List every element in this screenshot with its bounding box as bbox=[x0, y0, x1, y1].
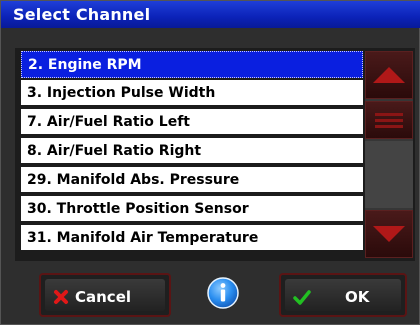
grip-lines-icon bbox=[375, 113, 403, 128]
info-icon[interactable] bbox=[206, 276, 240, 310]
arrow-down-icon bbox=[373, 226, 405, 242]
list-item[interactable]: 3. Injection Pulse Width bbox=[21, 80, 363, 107]
list-item[interactable]: 8. Air/Fuel Ratio Right bbox=[21, 138, 363, 165]
scroll-up-button[interactable] bbox=[365, 51, 413, 99]
ok-button-face: OK bbox=[285, 279, 401, 311]
checkmark-icon bbox=[293, 290, 311, 305]
arrow-up-icon bbox=[373, 67, 405, 83]
list-item[interactable]: 31. Manifold Air Temperature bbox=[21, 225, 363, 252]
list-item[interactable]: 29. Manifold Abs. Pressure bbox=[21, 167, 363, 194]
scroll-thumb[interactable] bbox=[365, 101, 413, 139]
cancel-button-label: Cancel bbox=[75, 288, 132, 306]
cancel-button[interactable]: Cancel bbox=[39, 273, 171, 317]
x-icon bbox=[54, 290, 68, 304]
scroll-down-button[interactable] bbox=[365, 210, 413, 258]
list-item[interactable]: 30. Throttle Position Sensor bbox=[21, 196, 363, 223]
scroll-track[interactable] bbox=[365, 141, 413, 208]
list-scrollbar[interactable] bbox=[365, 51, 413, 258]
select-channel-dialog: Select Channel 2. Engine RPM 3. Injectio… bbox=[0, 0, 420, 325]
list-item[interactable]: 7. Air/Fuel Ratio Left bbox=[21, 109, 363, 136]
ok-button-label: OK bbox=[345, 288, 370, 306]
channel-list[interactable]: 2. Engine RPM 3. Injection Pulse Width 7… bbox=[21, 51, 363, 258]
cancel-button-face: Cancel bbox=[45, 279, 165, 311]
ok-button[interactable]: OK bbox=[279, 273, 407, 317]
list-item-selected[interactable]: 2. Engine RPM bbox=[21, 51, 363, 78]
dialog-title: Select Channel bbox=[1, 1, 420, 28]
